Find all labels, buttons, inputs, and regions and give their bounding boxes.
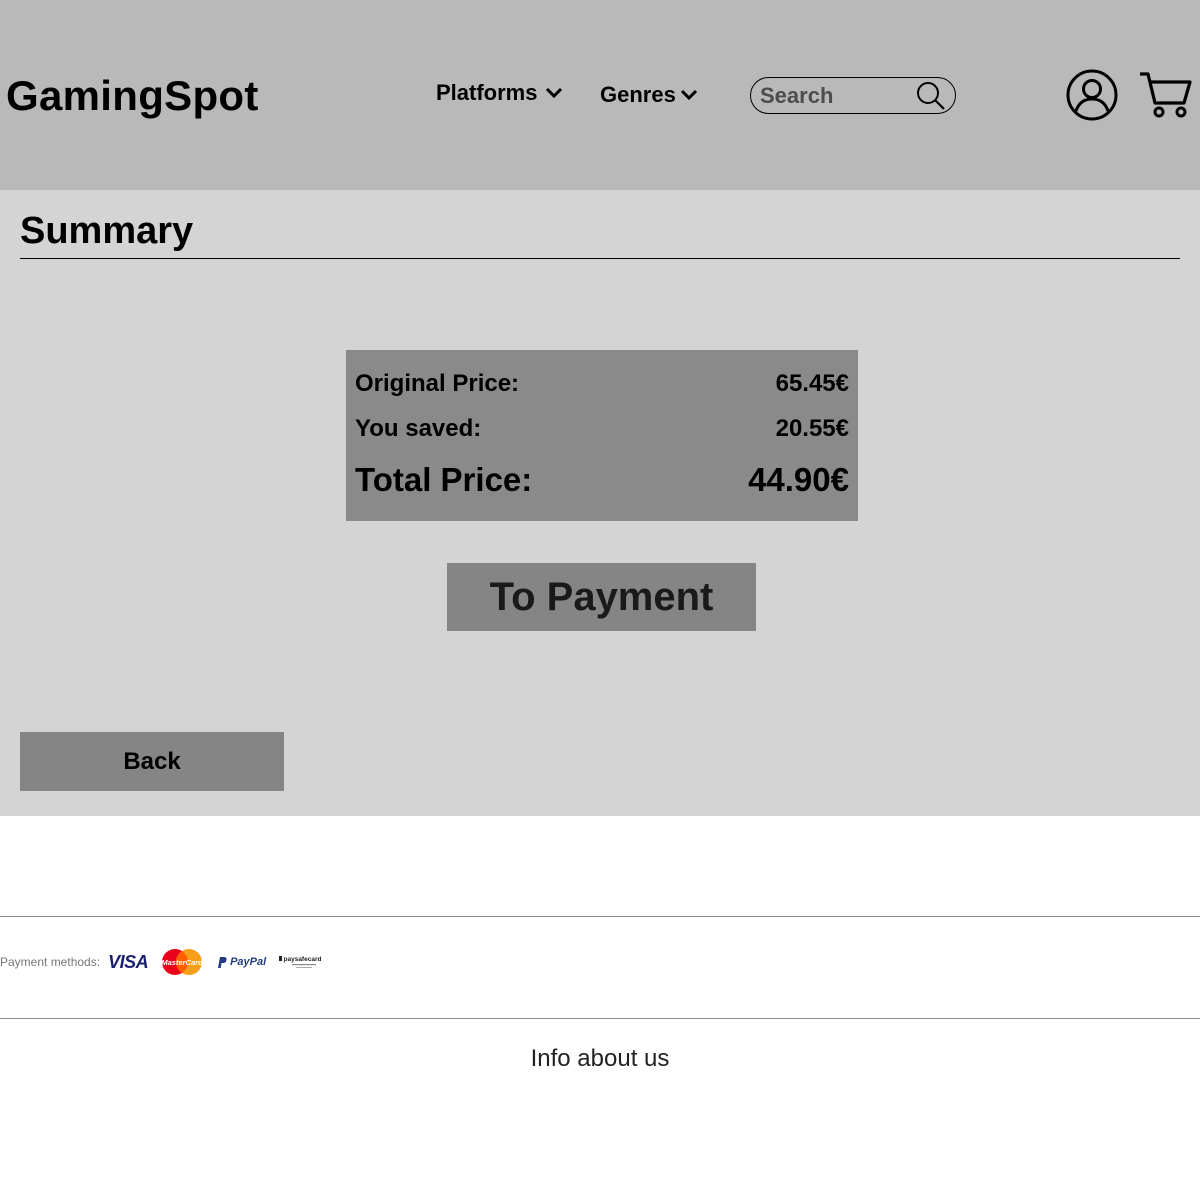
total-price-label: Total Price: [355, 461, 533, 498]
original-price-label: Original Price: [355, 370, 520, 397]
svg-text:MasterCard: MasterCard [161, 958, 203, 967]
svg-text:paysafecard: paysafecard [284, 956, 322, 963]
to-payment-button[interactable]: To Payment [447, 563, 756, 631]
price-summary-box: Original Price: 65.45€ You saved: 20.55€… [346, 350, 858, 521]
saved-amount-value: 20.55€ [775, 415, 849, 442]
search-icon[interactable] [915, 80, 947, 112]
back-button[interactable]: Back [20, 732, 284, 791]
search-bar [750, 77, 956, 114]
visa-logo: VISA [108, 951, 149, 972]
site-header: GamingSpot Platforms Genres [0, 0, 1200, 190]
paypal-label: PayPal [230, 956, 267, 968]
nav-platforms-dropdown[interactable]: Platforms [436, 80, 563, 106]
page-title: Summary [20, 210, 194, 252]
user-account-icon[interactable] [1066, 69, 1118, 121]
paypal-logo: PayPal [216, 956, 266, 969]
nav-platforms-label: Platforms [436, 80, 538, 105]
info-about-us-link[interactable]: Info about us [0, 1045, 1200, 1073]
footer-divider-top [0, 916, 1200, 917]
main-content: Summary Original Price: 65.45€ You saved… [0, 190, 1200, 816]
saved-amount-label: You saved: [355, 415, 482, 442]
original-price-value: 65.45€ [775, 370, 849, 397]
original-price-row: Original Price: 65.45€ [355, 370, 849, 398]
paysafecard-logo: paysafecard [278, 954, 322, 970]
footer-divider-bottom [0, 1018, 1200, 1019]
saved-amount-row: You saved: 20.55€ [355, 415, 849, 443]
site-logo[interactable]: GamingSpot [6, 72, 259, 120]
chevron-down-icon [546, 87, 563, 99]
payment-methods-label: Payment methods: [0, 955, 101, 969]
total-price-row: Total Price: 44.90€ [355, 461, 849, 499]
mastercard-logo: MasterCard [160, 948, 204, 976]
search-input[interactable] [760, 82, 910, 109]
chevron-down-icon [680, 89, 697, 101]
shopping-cart-icon[interactable] [1138, 70, 1194, 120]
payment-methods: Payment methods: VISA MasterCard PayPal … [0, 948, 334, 976]
title-divider [20, 258, 1180, 259]
total-price-value: 44.90€ [748, 461, 849, 498]
nav-genres-label: Genres [600, 82, 676, 107]
nav-genres-dropdown[interactable]: Genres [600, 82, 698, 108]
